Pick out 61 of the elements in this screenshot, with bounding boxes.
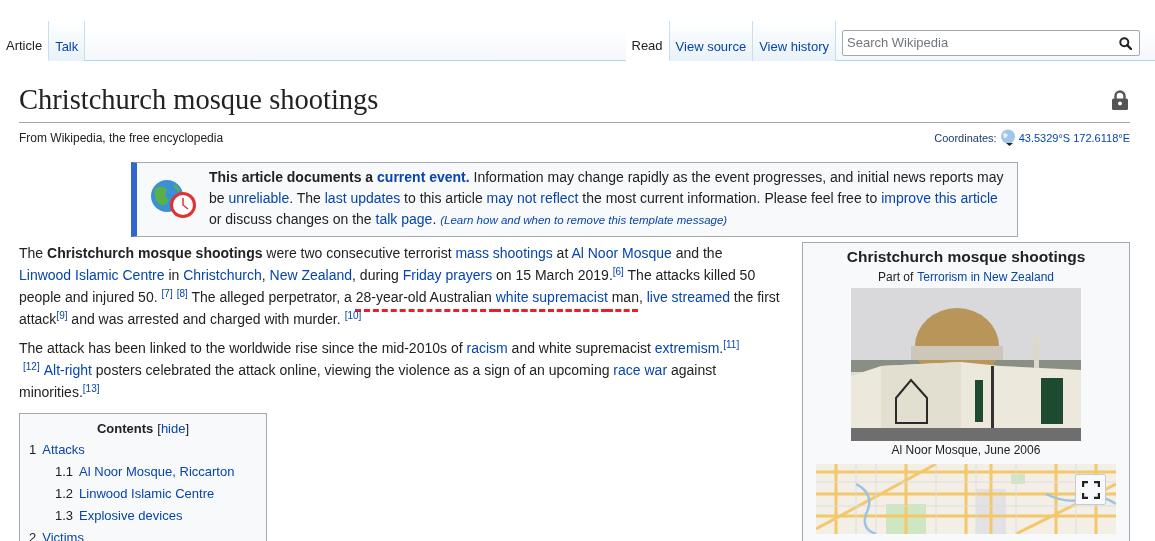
link[interactable]: may not reflect [486, 190, 579, 207]
paragraph: The Christchurch mosque shootings were two consecutive terrorist mass shootings at Al Noor Mosque and the Linwood Islamic Centre in Christchurch, New Zealand, during Friday prayers on 15 March 2019.$^{[6]}$ The attacks killed 50 people and injured 50. $^{[7]}$ $^{[8]}$ The alleged perpetrator, a 28-year-old Australian white supremacist man, live streamed the first attack$^{[9]}$ and was arrested and charged with murder. $^{[10]}$ [19, 244, 781, 330]
tab[interactable]: Talk [49, 21, 86, 61]
link[interactable]: Al Noor Mosque [571, 245, 672, 262]
section-number: 1.2 [55, 486, 74, 502]
part-of-label: Part of [877, 270, 914, 285]
link[interactable]: white supremacist [495, 289, 608, 306]
tab[interactable]: Article [0, 21, 50, 61]
contents-link[interactable]: Al Noor Mosque, Riccarton [79, 464, 235, 480]
link[interactable]: racism [466, 340, 508, 357]
tab[interactable]: View history [753, 21, 836, 61]
bracket: [ [157, 421, 161, 437]
reference-link[interactable]: [7] [161, 288, 173, 300]
link[interactable]: improve this article [881, 190, 998, 207]
lock-icon [1112, 90, 1128, 111]
link[interactable]: (Learn how and when to remove this template message) [440, 214, 728, 227]
contents-link[interactable]: Attacks [42, 442, 85, 458]
reference-link[interactable]: [10] [344, 310, 362, 322]
link[interactable]: unreliable [228, 190, 290, 207]
section-number: 1.3 [55, 508, 74, 524]
link[interactable]: race war [613, 362, 668, 379]
coordinates-label: Coordinates: [934, 131, 997, 144]
fullscreen-button[interactable] [1075, 474, 1106, 506]
reference-link[interactable]: [12] [23, 361, 40, 373]
link[interactable]: Linwood Islamic Centre [19, 267, 165, 284]
search-icon[interactable] [1119, 37, 1132, 50]
link[interactable]: talk page [375, 211, 433, 228]
section-number: 1.1 [55, 464, 74, 480]
notice-text: This article documents a current event. Information may change rapidly as the event progresses, and initial news reports may be unreliable. The last updates to this article may not reflect the most current information. Please feel free to improve this article or discuss changes on the talk page. (Learn how and when to remove this template message) [209, 168, 1005, 230]
link[interactable]: current event. [377, 169, 470, 186]
fullscreen-icon [1081, 480, 1100, 499]
link[interactable]: Friday prayers [402, 267, 493, 284]
globe-clock-icon [149, 178, 199, 221]
tab[interactable]: View source [669, 21, 754, 61]
reference-link[interactable]: [11] [723, 339, 740, 351]
link[interactable]: Christchurch [183, 267, 262, 284]
reference-link[interactable]: [9] [56, 310, 68, 322]
search-field[interactable]: Search Wikipedia [842, 30, 1140, 56]
paragraph: The attack has been linked to the worldwide rise since the mid-2010s of racism and white supremacist extremism.$^{[11]}$ $^{[12]}$ Alt-right posters celebrated the attack online, viewing the violence as a sign of an upcoming race war against minorities.$^{[13]}$ [19, 338, 741, 403]
link[interactable]: mass shootings [455, 245, 553, 262]
reference-link[interactable]: [8] [176, 288, 188, 300]
bracket: ] [185, 421, 190, 437]
tab[interactable]: Read [625, 21, 670, 61]
contents-link[interactable]: Explosive devices [79, 508, 183, 524]
coordinates-link[interactable]: 43.5329°S 172.6118°E [1018, 131, 1130, 144]
reference-link[interactable]: [13] [82, 383, 100, 395]
link[interactable]: live streamed [646, 289, 730, 306]
image-caption: Al Noor Mosque, June 2006 [891, 443, 1041, 458]
tagline: From Wikipedia, the free encyclopedia [19, 130, 224, 145]
contents-title: Contents [96, 421, 154, 437]
hide-link[interactable]: hide [160, 421, 186, 437]
link[interactable]: Terrorism in New Zealand [917, 270, 1055, 285]
reference-link[interactable]: [6] [612, 266, 624, 278]
contents-link[interactable]: Linwood Islamic Centre [79, 486, 215, 502]
infobox-title: Christchurch mosque shootings [846, 248, 1086, 267]
article-title: Christchurch mosque shootings [19, 83, 379, 117]
link[interactable]: Alt-right [43, 362, 92, 379]
link[interactable]: last updates [324, 190, 401, 207]
section-number: 1 [29, 442, 37, 458]
link[interactable]: New Zealand [269, 267, 353, 284]
globe-icon [999, 129, 1016, 147]
